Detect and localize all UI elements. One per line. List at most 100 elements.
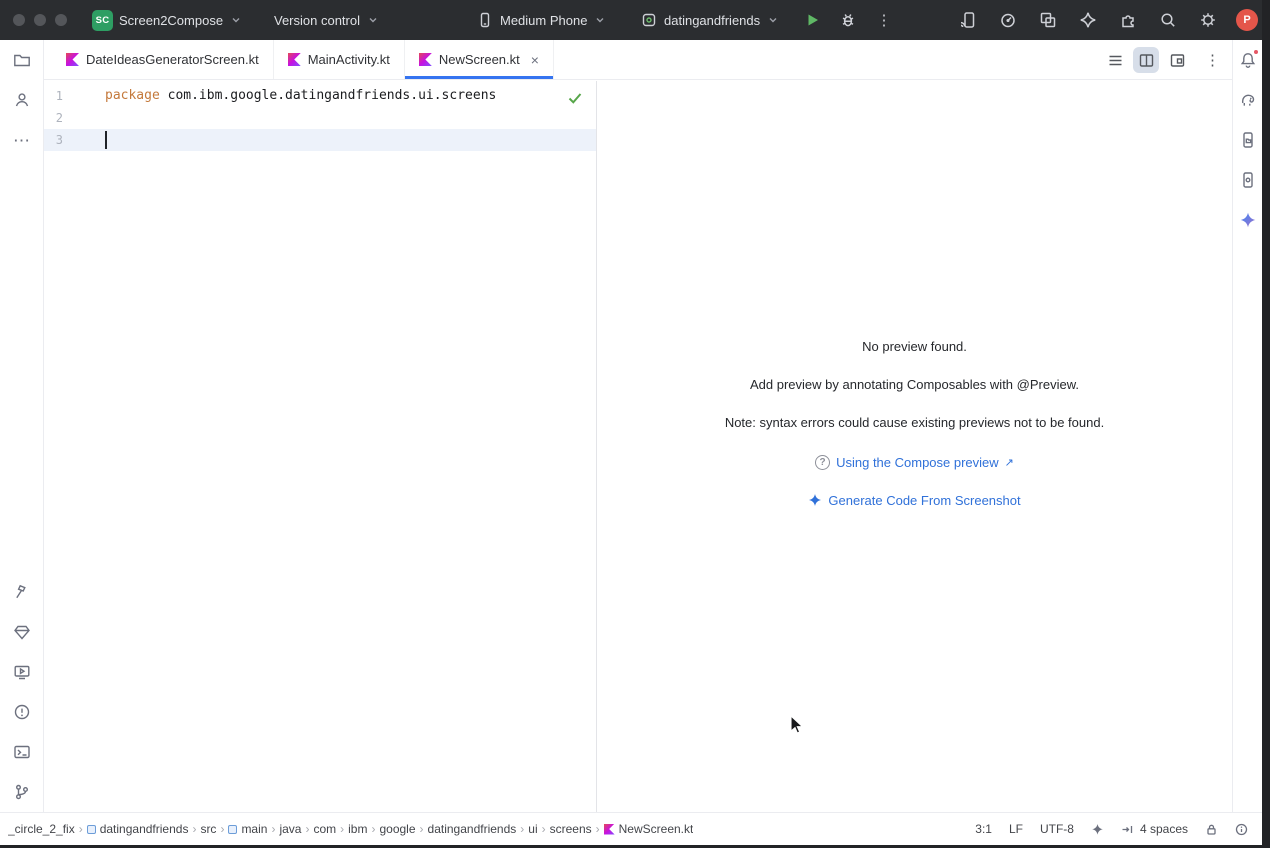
gemini-status-widget[interactable]	[1091, 823, 1104, 836]
close-window-button[interactable]	[13, 14, 25, 26]
version-control-label: Version control	[274, 13, 360, 28]
close-tab-icon[interactable]: ×	[531, 52, 539, 68]
notifications-button[interactable]	[1234, 46, 1262, 74]
folder-icon	[12, 50, 32, 70]
notification-badge	[1253, 49, 1259, 55]
breadcrumb-item[interactable]: datingandfriends	[87, 822, 189, 836]
minimize-window-button[interactable]	[34, 14, 46, 26]
left-tool-strip: ⋯	[0, 40, 44, 812]
problems-tool-button[interactable]	[8, 698, 36, 726]
settings-button[interactable]	[1196, 8, 1220, 32]
search-button[interactable]	[1156, 8, 1180, 32]
chevron-down-icon	[766, 13, 780, 27]
breadcrumb-item[interactable]: ibm	[348, 822, 367, 836]
compose-preview-help-link[interactable]: ? Using the Compose preview ↗	[597, 454, 1232, 470]
kotlin-file-icon	[288, 53, 301, 66]
breadcrumb-item[interactable]: NewScreen.kt	[604, 822, 694, 836]
device-streaming-button[interactable]	[956, 8, 980, 32]
indent-widget[interactable]: 4 spaces	[1121, 822, 1188, 836]
build-tool-button[interactable]	[8, 578, 36, 606]
breadcrumb-separator-icon: ›	[192, 822, 196, 836]
right-tool-strip	[1232, 40, 1262, 812]
split-content: 1 package com.ibm.google.datingandfriend…	[44, 81, 1232, 812]
person-icon	[12, 90, 32, 110]
inspections-widget[interactable]	[1235, 823, 1248, 836]
line-number[interactable]: 1	[44, 85, 84, 107]
device-manager-icon	[1238, 170, 1258, 190]
tab-dateideasgeneratorscreen[interactable]: DateIdeasGeneratorScreen.kt	[52, 40, 274, 79]
breadcrumb-item[interactable]: src	[200, 822, 216, 836]
version-control-tool-button[interactable]	[8, 778, 36, 806]
gemini-tool-button[interactable]	[1234, 206, 1262, 234]
module-icon	[87, 825, 96, 834]
breadcrumb-item[interactable]: main	[228, 822, 267, 836]
tab-label: NewScreen.kt	[439, 52, 520, 67]
preview-message-3: Note: syntax errors could cause existing…	[597, 416, 1232, 430]
breadcrumb-separator-icon: ›	[220, 822, 224, 836]
code-editor[interactable]: 1 package com.ibm.google.datingandfriend…	[44, 81, 597, 812]
version-control-widget[interactable]: Version control	[268, 6, 386, 34]
terminal-tool-button[interactable]	[8, 738, 36, 766]
tab-label: MainActivity.kt	[308, 52, 390, 67]
keyword: package	[105, 88, 160, 103]
design-view-button[interactable]	[1164, 47, 1190, 73]
user-avatar[interactable]: P	[1236, 9, 1258, 31]
code-view-button[interactable]	[1102, 47, 1128, 73]
gradle-tool-button[interactable]	[1234, 86, 1262, 114]
encoding-widget[interactable]: UTF-8	[1040, 822, 1074, 836]
project-tool-button[interactable]	[8, 46, 36, 74]
split-view-button[interactable]	[1133, 47, 1159, 73]
more-run-options-button[interactable]: ⋮	[872, 8, 896, 32]
code-text	[84, 107, 596, 129]
readonly-toggle[interactable]	[1205, 823, 1218, 836]
breadcrumb-separator-icon: ›	[340, 822, 344, 836]
design-view-icon	[1169, 52, 1186, 69]
profiler-button[interactable]	[996, 8, 1020, 32]
device-name: Medium Phone	[500, 13, 587, 28]
line-separator-widget[interactable]: LF	[1009, 822, 1023, 836]
sparkle-icon	[808, 493, 822, 507]
line-number[interactable]: 3	[44, 129, 84, 151]
device-selector[interactable]: Medium Phone	[470, 6, 613, 34]
debug-button[interactable]	[836, 8, 860, 32]
profiler-icon	[998, 10, 1018, 30]
code-text: package com.ibm.google.datingandfriends.…	[84, 85, 596, 107]
inspections-ok-icon[interactable]	[566, 89, 584, 107]
layout-inspector-button[interactable]	[1036, 8, 1060, 32]
breadcrumb-item[interactable]: google	[379, 822, 415, 836]
device-explorer-tool-button[interactable]	[1234, 126, 1262, 154]
more-tool-windows-button[interactable]: ⋯	[8, 126, 36, 154]
editor-options-icon[interactable]: ⋮	[1205, 51, 1220, 69]
breadcrumb-label: NewScreen.kt	[619, 822, 694, 836]
breadcrumb-item[interactable]: com	[313, 822, 336, 836]
git-branch-icon	[12, 782, 32, 802]
breadcrumb-item[interactable]: java	[279, 822, 301, 836]
resource-manager-tool-button[interactable]	[8, 618, 36, 646]
device-explorer-icon	[1238, 130, 1258, 150]
gemini-button[interactable]	[1076, 8, 1100, 32]
device-manager-tool-button[interactable]	[1234, 166, 1262, 194]
line-number[interactable]: 2	[44, 107, 84, 129]
module-icon	[228, 825, 237, 834]
breadcrumb-item[interactable]: _circle_2_fix	[8, 822, 75, 836]
left-tool-strip-bottom	[8, 578, 36, 806]
hammer-icon	[12, 582, 32, 602]
caret-position-widget[interactable]: 3:1	[975, 822, 992, 836]
preview-message-2: Add preview by annotating Composables wi…	[597, 378, 1232, 392]
run-button[interactable]	[800, 8, 824, 32]
run-configuration-selector[interactable]: datingandfriends	[634, 6, 786, 34]
generate-code-link[interactable]: Generate Code From Screenshot	[597, 492, 1232, 508]
running-devices-tool-button[interactable]	[8, 658, 36, 686]
tab-newscreen[interactable]: NewScreen.kt ×	[405, 40, 554, 79]
play-icon	[802, 10, 822, 30]
zoom-window-button[interactable]	[55, 14, 67, 26]
tab-mainactivity[interactable]: MainActivity.kt	[274, 40, 405, 79]
plugins-button[interactable]	[1116, 8, 1140, 32]
breadcrumb-item[interactable]: screens	[550, 822, 592, 836]
breadcrumb-item[interactable]: ui	[528, 822, 537, 836]
commit-tool-button[interactable]	[8, 86, 36, 114]
monitor-play-icon	[12, 662, 32, 682]
project-widget[interactable]: SC Screen2Compose	[86, 6, 249, 34]
breadcrumb-item[interactable]: datingandfriends	[428, 822, 517, 836]
no-preview-message: No preview found. Add preview by annotat…	[597, 340, 1232, 530]
